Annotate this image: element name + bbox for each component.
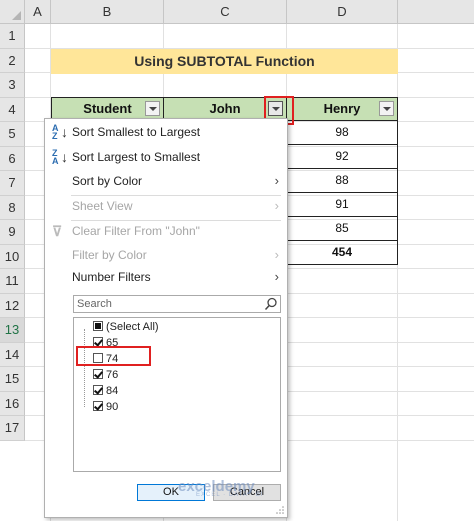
row-header-9[interactable]: 9 <box>0 220 25 245</box>
watermark-tagline: EXCEL · DATA · BI <box>196 492 264 498</box>
header-henry: Henry <box>286 97 398 121</box>
cell-henry-1[interactable]: 98 <box>286 121 398 145</box>
clear-filter-label: Clear Filter From "John" <box>72 224 200 238</box>
row-header-11[interactable]: 11 <box>0 269 25 294</box>
clear-filter-icon: ⊽ <box>52 223 63 239</box>
search-icon <box>264 297 277 311</box>
sort-ascending-label: Sort Smallest to Largest <box>72 125 201 139</box>
filter-option-84[interactable]: 84 <box>93 384 118 399</box>
cell-henry-5[interactable]: 85 <box>286 217 398 241</box>
column-header-d[interactable]: D <box>287 0 398 24</box>
sort-by-color-item[interactable]: Sort by Color › <box>45 169 287 193</box>
option-label-84: 84 <box>106 385 119 397</box>
chevron-right-icon: › <box>274 198 279 213</box>
row-header-4[interactable]: 4 <box>0 97 25 122</box>
watermark-logo: exceldemy EXCEL · DATA · BI <box>178 478 264 498</box>
cell-henry-3[interactable]: 88 <box>286 169 398 193</box>
select-all-option[interactable]: (Select All) <box>93 320 159 335</box>
row-header-6[interactable]: 6 <box>0 146 25 171</box>
option-label-76: 76 <box>106 369 119 381</box>
sort-by-color-label: Sort by Color <box>72 174 143 188</box>
header-john-label: John <box>209 101 241 116</box>
search-placeholder: Search <box>77 298 112 310</box>
header-student-label: Student <box>83 101 132 116</box>
row-header-5[interactable]: 5 <box>0 122 25 147</box>
checkbox-84[interactable] <box>93 385 103 395</box>
column-header-b[interactable]: B <box>51 0 164 24</box>
highlight-unchecked-option <box>76 346 151 366</box>
column-header-extra[interactable] <box>398 0 474 24</box>
sheet-title: Using SUBTOTAL Function <box>51 49 398 74</box>
number-filters-label: Number Filters <box>72 270 151 284</box>
row-header-15[interactable]: 15 <box>0 367 25 392</box>
sort-ascending-icon: A Z ↓ <box>52 123 68 141</box>
row-header-12[interactable]: 12 <box>0 293 25 318</box>
resize-grip-icon[interactable] <box>276 506 284 514</box>
select-all-corner[interactable] <box>0 0 25 24</box>
cell-henry-total[interactable]: 454 <box>286 241 398 265</box>
filter-dropdown-student[interactable] <box>145 101 160 116</box>
column-header-a[interactable]: A <box>25 0 51 24</box>
row-header-2[interactable]: 2 <box>0 48 25 73</box>
filter-option-90[interactable]: 90 <box>93 400 118 415</box>
filter-option-76[interactable]: 76 <box>93 368 118 383</box>
row-header-1[interactable]: 1 <box>0 24 25 49</box>
column-header-c[interactable]: C <box>164 0 287 24</box>
sort-ascending-item[interactable]: A Z ↓ Sort Smallest to Largest <box>45 120 287 144</box>
row-header-13[interactable]: 13 <box>0 318 25 343</box>
sort-descending-label: Sort Largest to Smallest <box>72 150 201 164</box>
cell-henry-2[interactable]: 92 <box>286 145 398 169</box>
row-header-8[interactable]: 8 <box>0 195 25 220</box>
row-header-3[interactable]: 3 <box>0 73 25 98</box>
option-label-90: 90 <box>106 401 119 413</box>
row-header-14[interactable]: 14 <box>0 342 25 367</box>
cell-henry-4[interactable]: 91 <box>286 193 398 217</box>
header-henry-label: Henry <box>323 101 361 116</box>
clear-filter-item[interactable]: ⊽ Clear Filter From "John" <box>45 219 287 243</box>
number-filters-item[interactable]: Number Filters › <box>45 265 287 289</box>
autofilter-menu: A Z ↓ Sort Smallest to Largest Z A ↓ Sort La… <box>44 118 288 518</box>
chevron-right-icon: › <box>274 269 279 284</box>
row-header-10[interactable]: 10 <box>0 244 25 269</box>
search-input[interactable]: Search <box>73 295 281 313</box>
sort-descending-icon: Z A ↓ <box>52 148 68 166</box>
filter-by-color-item[interactable]: Filter by Color › <box>45 243 287 267</box>
row-header-17[interactable]: 17 <box>0 416 25 441</box>
checkbox-76[interactable] <box>93 369 103 379</box>
row-header-7[interactable]: 7 <box>0 171 25 196</box>
row-header-16[interactable]: 16 <box>0 391 25 416</box>
checkbox-select-all[interactable] <box>93 321 103 331</box>
sort-descending-item[interactable]: Z A ↓ Sort Largest to Smallest <box>45 145 287 169</box>
select-all-label: (Select All) <box>106 321 159 333</box>
filter-dropdown-henry[interactable] <box>379 101 394 116</box>
filter-by-color-label: Filter by Color <box>72 248 147 262</box>
filter-value-list: (Select All) 65 74 76 84 90 <box>73 317 281 472</box>
chevron-right-icon: › <box>274 173 279 188</box>
checkbox-90[interactable] <box>93 401 103 411</box>
sheet-view-label: Sheet View <box>72 199 133 213</box>
chevron-right-icon: › <box>274 247 279 262</box>
sheet-view-item[interactable]: Sheet View › <box>45 194 287 218</box>
